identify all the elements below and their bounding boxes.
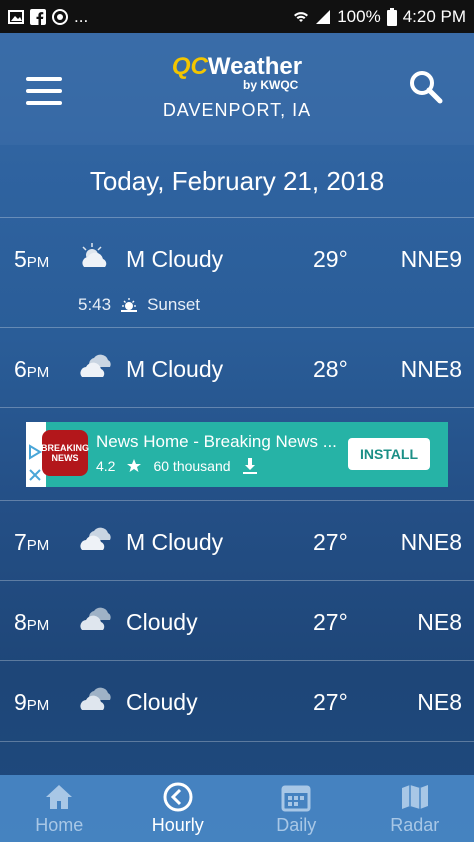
nav-radar[interactable]: Radar xyxy=(356,775,474,842)
hour-ampm: PM xyxy=(26,617,50,634)
nav-label: Daily xyxy=(276,815,317,835)
date-heading: Today, February 21, 2018 xyxy=(89,165,385,196)
nav-home[interactable]: Home xyxy=(0,775,118,842)
hour-ampm: PM xyxy=(26,697,50,714)
divider xyxy=(0,407,474,408)
sunset-label: Sunset xyxy=(147,295,201,314)
condition-label: M Cloudy xyxy=(126,356,224,382)
hour-value: 7 xyxy=(14,529,27,555)
wind: NNE8 xyxy=(400,356,462,382)
wind: NE8 xyxy=(417,609,462,635)
hour-ampm: PM xyxy=(26,254,50,271)
cloudy-icon xyxy=(80,607,111,630)
partly-cloudy-icon xyxy=(82,243,107,267)
clock-icon xyxy=(163,782,193,812)
divider xyxy=(0,660,474,661)
clock-time: 4:20 PM xyxy=(402,6,466,26)
home-icon xyxy=(46,785,73,809)
divider xyxy=(0,580,474,581)
logo-weather: Weather xyxy=(207,53,303,80)
star-icon xyxy=(127,459,142,472)
location-label[interactable]: DAVENPORT, IA xyxy=(0,100,474,121)
calendar-icon xyxy=(281,785,311,812)
condition-label: M Cloudy xyxy=(126,246,224,272)
facebook-icon xyxy=(30,8,46,25)
wind: NNE9 xyxy=(400,246,462,272)
wifi-icon xyxy=(294,11,309,22)
battery-icon xyxy=(386,7,397,26)
ad-title: News Home - Breaking News ... xyxy=(96,432,337,451)
nav-label: Hourly xyxy=(151,815,204,835)
hour-row-7pm: 7PM M Cloudy 27° NNE8 xyxy=(0,511,474,571)
app-logo: QCWeather xyxy=(0,55,474,79)
install-button[interactable]: INSTALL xyxy=(348,438,430,470)
temperature: 27° xyxy=(313,609,348,635)
divider xyxy=(0,500,474,501)
hour-value: 9 xyxy=(14,689,27,715)
wind: NNE8 xyxy=(400,529,462,555)
logo-qc: QC xyxy=(171,53,208,80)
ad-rating: 4.2 xyxy=(96,458,116,474)
sunset-row: 5:43 Sunset xyxy=(78,295,200,315)
bottom-nav: Home Hourly Daily Radar xyxy=(0,775,474,842)
mostly-cloudy-icon xyxy=(80,527,111,550)
hour-value: 8 xyxy=(14,609,27,635)
nav-hourly[interactable]: Hourly xyxy=(119,775,237,842)
nav-label: Home xyxy=(35,815,84,835)
sunset-icon xyxy=(121,298,138,312)
hour-row-9pm: 9PM Cloudy 27° NE8 xyxy=(0,671,474,731)
status-bar: ... 100% 4:20 PM xyxy=(0,0,474,33)
divider xyxy=(0,217,474,218)
ad-banner[interactable]: BREAKING NEWS News Home - Breaking News … xyxy=(26,422,448,487)
image-notification-icon xyxy=(8,9,24,24)
condition-label: M Cloudy xyxy=(126,529,224,555)
hour-value: 6 xyxy=(14,356,27,382)
nav-label: Radar xyxy=(390,815,440,835)
temperature: 29° xyxy=(313,246,348,272)
temperature: 27° xyxy=(313,529,348,555)
divider xyxy=(0,741,474,742)
app-header: QCWeather by KWQC DAVENPORT, IA xyxy=(0,33,474,145)
hour-row-6pm: 6PM M Cloudy 28° NNE8 xyxy=(0,338,474,398)
map-icon xyxy=(401,785,428,809)
ad-installs: 60 thousand xyxy=(153,458,231,474)
battery-percent: 100% xyxy=(337,6,381,26)
wind: NE8 xyxy=(417,689,462,715)
nav-daily[interactable]: Daily xyxy=(237,775,355,842)
condition-label: Cloudy xyxy=(126,609,198,635)
temperature: 27° xyxy=(313,689,348,715)
mostly-cloudy-icon xyxy=(80,354,111,377)
logo-byline: by KWQC xyxy=(243,78,299,92)
condition-label: Cloudy xyxy=(126,689,198,715)
more-notifications: ... xyxy=(74,6,89,26)
app-notification-icon xyxy=(52,8,68,25)
sunset-time: 5:43 xyxy=(78,295,112,314)
search-icon[interactable] xyxy=(408,69,444,105)
hour-ampm: PM xyxy=(26,364,50,381)
hour-row-8pm: 8PM Cloudy 27° NE8 xyxy=(0,591,474,651)
temperature: 28° xyxy=(313,356,348,382)
hour-ampm: PM xyxy=(26,537,50,554)
cloudy-icon xyxy=(80,687,111,710)
ad-app-logo: BREAKING NEWS xyxy=(41,430,89,476)
hour-row-5pm: 5PM M Cloudy 29° NNE9 xyxy=(0,228,474,288)
download-icon xyxy=(242,458,257,474)
signal-icon xyxy=(316,9,331,24)
hour-value: 5 xyxy=(14,246,27,272)
divider xyxy=(0,327,474,328)
